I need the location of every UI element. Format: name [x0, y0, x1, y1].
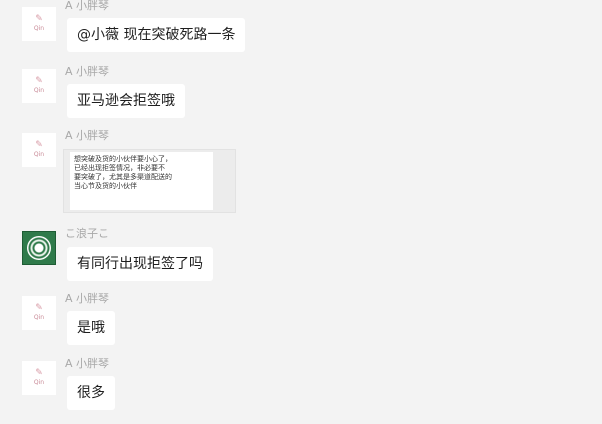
image-text-line: 想突破及货的小伙伴要小心了， [74, 155, 172, 163]
pen-icon: ✎ [35, 303, 43, 313]
message-bubble[interactable]: 很多 [67, 376, 115, 410]
emblem-icon [27, 236, 51, 260]
message-bubble[interactable]: 亚马逊会拒签哦 [67, 84, 185, 118]
avatar-brand-text: Qin [33, 87, 45, 94]
avatar[interactable] [22, 231, 56, 265]
sender-name: A 小胖琴 [65, 357, 110, 370]
avatar[interactable]: ✎ Qin [22, 133, 56, 167]
avatar[interactable]: ✎ Qin [22, 69, 56, 103]
image-text-line: 要突破了，尤其是多渠道配送的 [74, 173, 172, 181]
sender-name: A 小胖琴 [65, 129, 110, 142]
pen-icon: ✎ [35, 368, 43, 378]
avatar[interactable]: ✎ Qin [22, 296, 56, 330]
image-text-line: 已经出现拒签情况，非必要不 [74, 164, 165, 172]
avatar-brand-text: Qin [33, 151, 45, 158]
message-bubble[interactable]: 有同行出现拒签了吗 [67, 247, 213, 281]
sender-name: A 小胖琴 [65, 0, 110, 12]
avatar-brand-text: Qin [33, 314, 45, 321]
avatar[interactable]: ✎ Qin [22, 7, 56, 41]
pen-icon: ✎ [35, 140, 43, 150]
image-message[interactable]: 想突破及货的小伙伴要小心了， 已经出现拒签情况，非必要不 要突破了，尤其是多渠道… [63, 149, 236, 213]
avatar-brand-text: Qin [33, 379, 45, 386]
pen-icon: ✎ [35, 14, 43, 24]
sender-name: A 小胖琴 [65, 292, 110, 305]
sender-name: A 小胖琴 [65, 65, 110, 78]
pen-icon: ✎ [35, 76, 43, 86]
sender-name: こ浪子こ [65, 227, 109, 240]
avatar-brand-text: Qin [33, 25, 45, 32]
image-content: 想突破及货的小伙伴要小心了， 已经出现拒签情况，非必要不 要突破了，尤其是多渠道… [70, 152, 213, 210]
message-bubble[interactable]: @小薇 现在突破死路一条 [67, 18, 246, 52]
image-text-line: 当心节及货的小伙伴 [74, 182, 137, 190]
message-bubble[interactable]: 是哦 [67, 311, 115, 345]
avatar[interactable]: ✎ Qin [22, 361, 56, 395]
